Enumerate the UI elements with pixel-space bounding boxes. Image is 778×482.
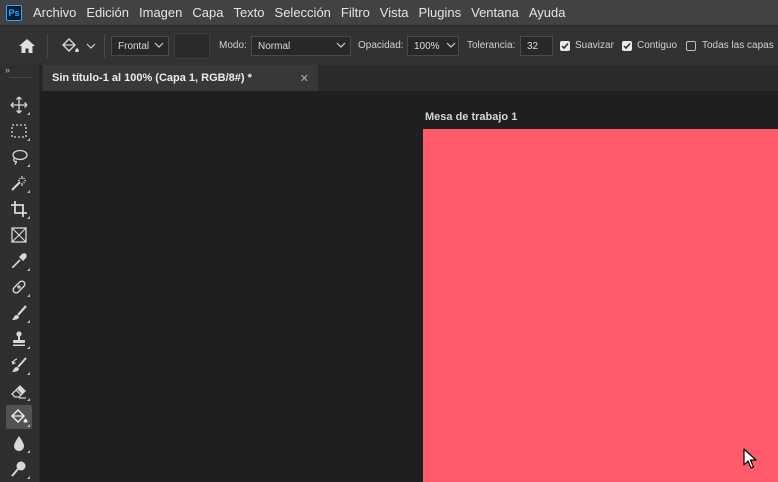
all-layers-label: Todas las capas bbox=[702, 40, 774, 51]
home-icon bbox=[19, 38, 35, 53]
tool-healing-brush[interactable] bbox=[6, 275, 32, 299]
frame-icon bbox=[11, 227, 27, 243]
tolerance-label: Tolerancia: bbox=[467, 40, 516, 51]
tool-paint-bucket[interactable] bbox=[6, 405, 32, 429]
paint-bucket-icon bbox=[11, 409, 28, 423]
menu-filtro[interactable]: Filtro bbox=[341, 5, 370, 20]
tools-panel: » bbox=[0, 65, 40, 482]
lasso-icon bbox=[12, 149, 28, 165]
menu-ventana[interactable]: Ventana bbox=[471, 5, 519, 20]
photoshop-logo[interactable]: Ps bbox=[6, 4, 22, 21]
close-icon[interactable]: ✕ bbox=[300, 72, 309, 85]
tool-crop[interactable] bbox=[6, 197, 32, 221]
tool-preset-picker[interactable] bbox=[60, 26, 96, 65]
opacity-label: Opacidad: bbox=[358, 40, 404, 51]
tool-brush[interactable] bbox=[6, 301, 32, 325]
history-brush-icon bbox=[11, 357, 27, 372]
artboard-canvas[interactable] bbox=[423, 129, 778, 482]
collapse-panel-button[interactable]: » bbox=[5, 65, 10, 75]
dodge-icon bbox=[11, 461, 26, 477]
document-tab-title: Sin título-1 al 100% (Capa 1, RGB/8#) * bbox=[52, 71, 252, 84]
clone-stamp-icon bbox=[13, 331, 25, 346]
checkbox-checked-icon bbox=[560, 40, 570, 51]
tool-frame[interactable] bbox=[6, 223, 32, 247]
canvas-area[interactable]: Mesa de trabajo 1 bbox=[41, 91, 778, 482]
menu-ayuda[interactable]: Ayuda bbox=[529, 5, 566, 20]
move-icon bbox=[10, 96, 28, 114]
contiguous-label: Contiguo bbox=[637, 40, 678, 51]
tool-history-brush[interactable] bbox=[6, 353, 32, 377]
eyedropper-icon bbox=[12, 253, 27, 268]
healing-brush-icon bbox=[12, 280, 26, 294]
fill-source-select[interactable]: Frontal bbox=[111, 36, 169, 56]
artboard-name[interactable]: Mesa de trabajo 1 bbox=[425, 111, 517, 123]
chevron-down-icon bbox=[446, 42, 456, 48]
tool-marquee[interactable] bbox=[6, 119, 32, 143]
mouse-cursor-icon bbox=[743, 448, 757, 469]
home-button[interactable] bbox=[18, 26, 36, 65]
contiguous-checkbox[interactable]: Contiguo bbox=[622, 26, 677, 65]
menu-capa[interactable]: Capa bbox=[192, 5, 223, 20]
tool-dodge[interactable] bbox=[6, 457, 32, 481]
brush-icon bbox=[12, 305, 27, 320]
smooth-checkbox[interactable]: Suavizar bbox=[560, 26, 614, 65]
chevron-down-icon bbox=[86, 43, 96, 49]
menu-imagen[interactable]: Imagen bbox=[139, 5, 182, 20]
menu-plugins[interactable]: Plugins bbox=[418, 5, 461, 20]
chevron-down-icon bbox=[336, 42, 346, 48]
document-tab-bar: Sin título-1 al 100% (Capa 1, RGB/8#) * … bbox=[41, 65, 778, 91]
tool-clone-stamp[interactable] bbox=[6, 327, 32, 351]
pattern-picker[interactable] bbox=[174, 33, 210, 59]
paint-bucket-icon bbox=[62, 37, 79, 52]
checkbox-checked-icon bbox=[622, 40, 632, 51]
opacity-value: 100% bbox=[414, 40, 440, 52]
tool-eyedropper[interactable] bbox=[6, 249, 32, 273]
fill-source-value: Frontal bbox=[118, 40, 150, 52]
options-bar: Frontal Modo: Normal Opacidad: 100% Tole… bbox=[0, 25, 778, 65]
mode-label: Modo: bbox=[219, 40, 247, 51]
checkbox-unchecked-icon bbox=[686, 40, 696, 51]
tool-lasso[interactable] bbox=[6, 145, 32, 169]
menu-archivo[interactable]: Archivo bbox=[33, 5, 76, 20]
tool-move[interactable] bbox=[6, 93, 32, 117]
menu-edicion[interactable]: Edición bbox=[86, 5, 129, 20]
tolerance-field[interactable]: 32 bbox=[520, 36, 553, 56]
document-tab[interactable]: Sin título-1 al 100% (Capa 1, RGB/8#) * … bbox=[43, 65, 318, 91]
tolerance-value: 32 bbox=[527, 40, 539, 52]
magic-wand-icon bbox=[11, 176, 26, 191]
all-layers-checkbox[interactable]: Todas las capas bbox=[686, 26, 774, 65]
tool-blur[interactable] bbox=[6, 431, 32, 455]
mode-value: Normal bbox=[258, 40, 291, 52]
crop-icon bbox=[11, 201, 27, 217]
eraser-icon bbox=[11, 385, 26, 399]
marquee-icon bbox=[11, 124, 27, 138]
menu-vista[interactable]: Vista bbox=[380, 5, 409, 20]
tool-eraser[interactable] bbox=[6, 379, 32, 403]
opacity-field[interactable]: 100% bbox=[407, 36, 459, 56]
menu-texto[interactable]: Texto bbox=[233, 5, 264, 20]
menu-seleccion[interactable]: Selección bbox=[275, 5, 331, 20]
blur-icon bbox=[14, 436, 24, 451]
mode-select[interactable]: Normal bbox=[251, 36, 351, 56]
tool-magic-wand[interactable] bbox=[6, 171, 32, 195]
chevron-down-icon bbox=[154, 42, 164, 48]
menu-bar: Ps Archivo Edición Imagen Capa Texto Sel… bbox=[0, 0, 778, 25]
smooth-label: Suavizar bbox=[575, 40, 614, 51]
